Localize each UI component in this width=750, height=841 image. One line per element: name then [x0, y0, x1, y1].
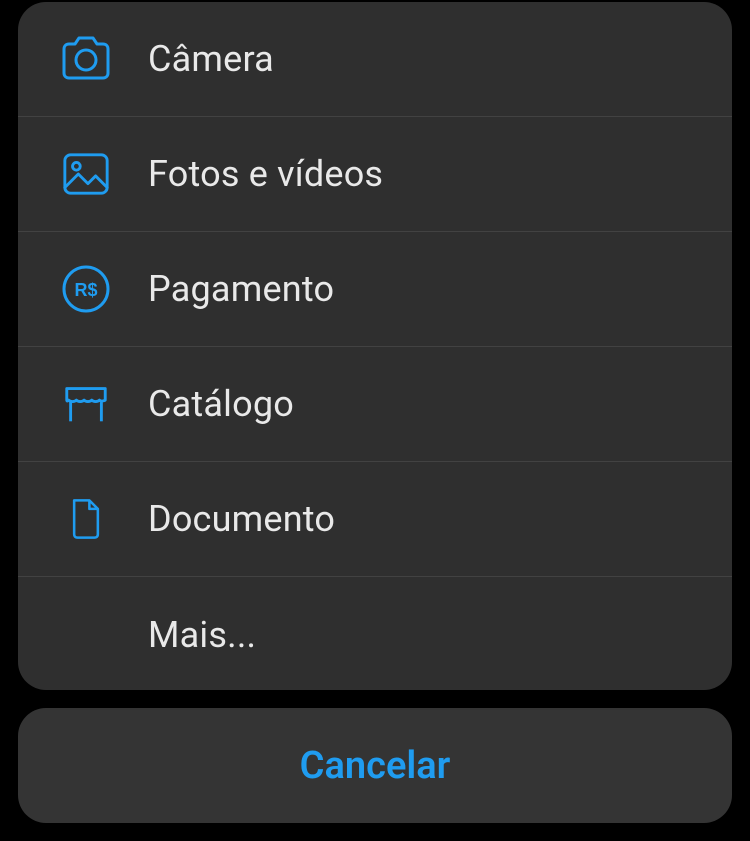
menu-item-photos[interactable]: Fotos e vídeos — [18, 117, 732, 232]
camera-icon — [58, 31, 114, 87]
attachment-action-sheet: Câmera Fotos e vídeos R$ Pagamento — [18, 2, 732, 690]
cancel-button[interactable]: Cancelar — [18, 708, 732, 823]
payment-icon: R$ — [58, 261, 114, 317]
menu-item-label: Mais... — [148, 614, 256, 656]
menu-item-label: Pagamento — [148, 268, 334, 310]
photo-icon — [58, 146, 114, 202]
menu-item-payment[interactable]: R$ Pagamento — [18, 232, 732, 347]
svg-text:R$: R$ — [74, 280, 97, 300]
menu-item-label: Câmera — [148, 38, 274, 80]
catalog-icon — [58, 376, 114, 432]
menu-item-catalog[interactable]: Catálogo — [18, 347, 732, 462]
more-icon-placeholder — [58, 607, 114, 663]
menu-item-label: Documento — [148, 498, 335, 540]
menu-item-label: Fotos e vídeos — [148, 153, 383, 195]
cancel-label: Cancelar — [300, 744, 451, 788]
document-icon — [58, 491, 114, 547]
menu-item-camera[interactable]: Câmera — [18, 2, 732, 117]
menu-item-document[interactable]: Documento — [18, 462, 732, 577]
menu-item-label: Catálogo — [148, 383, 294, 425]
menu-item-more[interactable]: Mais... — [18, 577, 732, 690]
